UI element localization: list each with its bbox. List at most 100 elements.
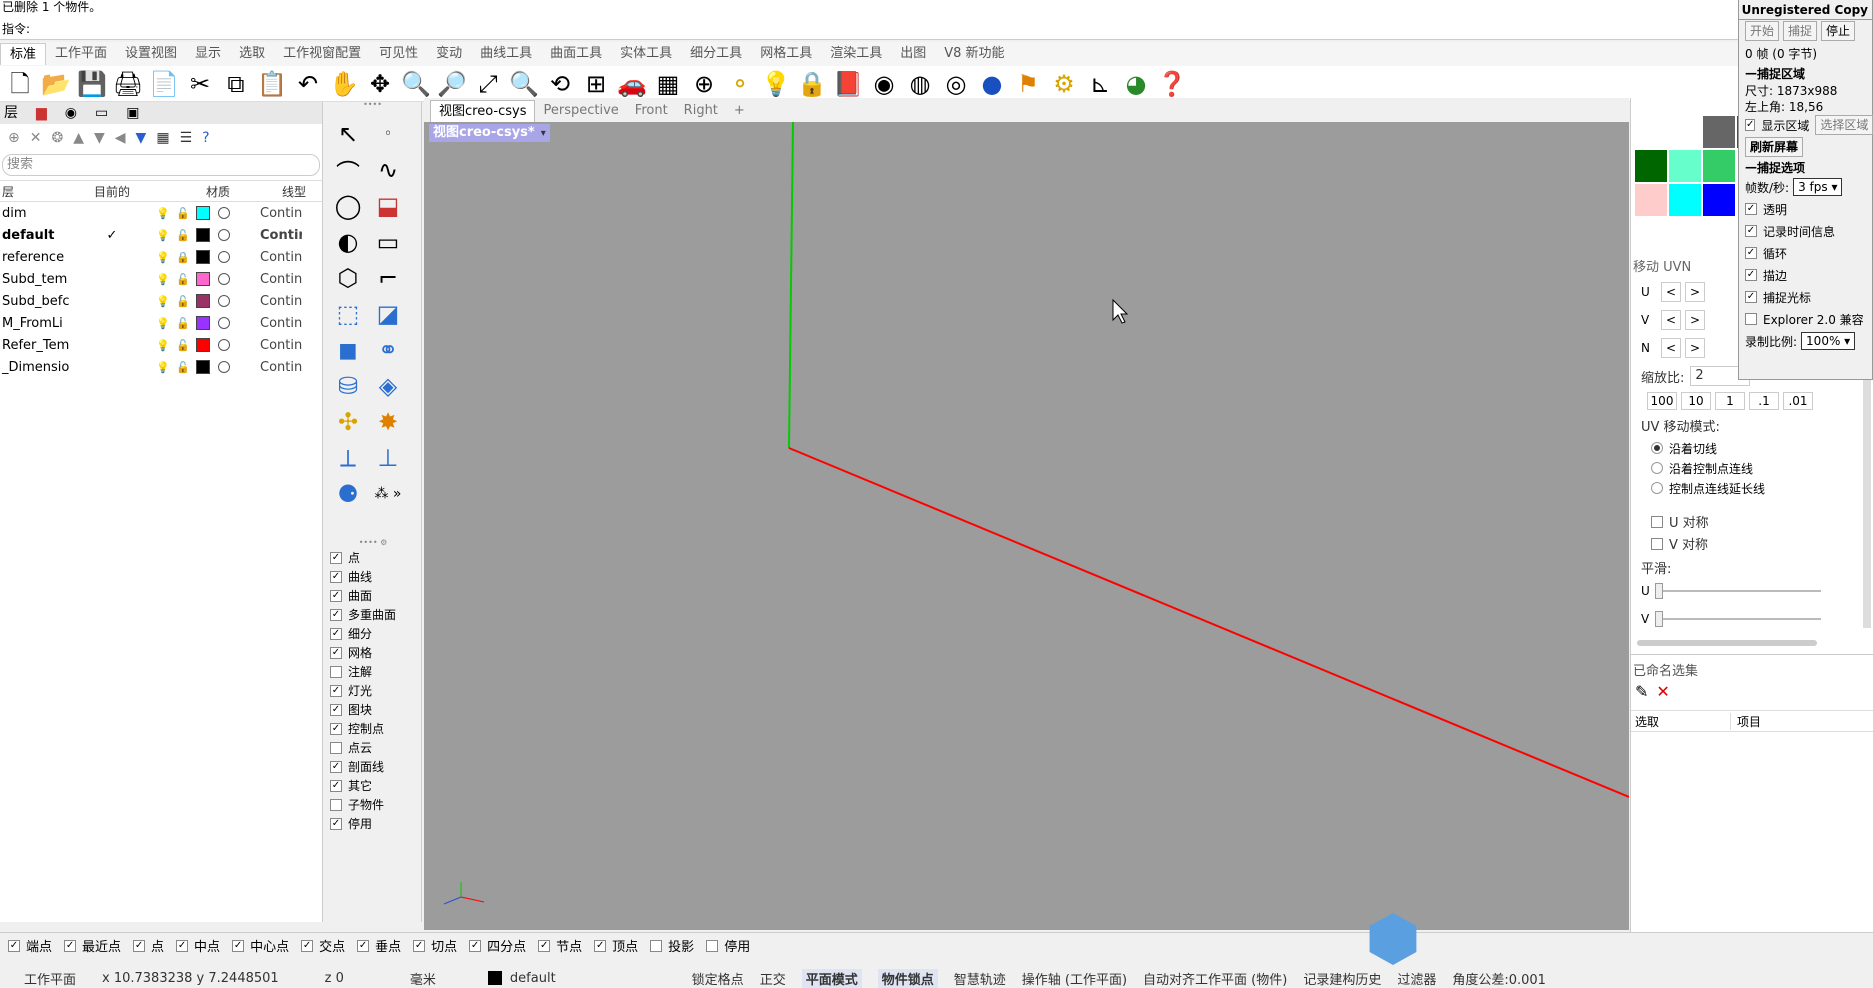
status-units[interactable]: 毫米 — [410, 969, 436, 988]
delete-layer-icon[interactable]: ✕ — [30, 130, 42, 146]
layer-name[interactable]: Subd_befc — [0, 294, 80, 309]
viewport-tab[interactable]: Perspective — [535, 100, 626, 122]
more-tools-icon[interactable]: ⁂ » — [370, 476, 406, 512]
transform-icon[interactable]: ⟂ — [330, 440, 366, 476]
scale-step-button[interactable]: .1 — [1749, 392, 1779, 410]
layer-row[interactable]: M_FromLi 💡🔓 Continuous — [0, 312, 322, 334]
col-layer[interactable]: 层 — [0, 183, 80, 200]
unlock-icon[interactable]: 🔓 — [174, 207, 192, 220]
viewport-title[interactable]: 视图creo-csys* ▾ — [429, 124, 550, 142]
command-prompt[interactable]: 指令: — [0, 18, 1740, 40]
filter-item[interactable]: ✓ 剖面线 — [324, 757, 422, 776]
menu-tab[interactable]: 工作平面 — [46, 43, 116, 65]
layer-row[interactable]: Subd_befc 💡🔓 Continuous — [0, 290, 322, 312]
light-bulb-icon[interactable]: 💡 — [760, 68, 792, 100]
unlock-icon[interactable]: 🔓 — [174, 361, 192, 374]
paste-icon[interactable]: 📋 — [256, 68, 288, 100]
print-icon[interactable]: 🖨 — [112, 68, 144, 100]
capture-cursor-checkbox[interactable]: ✓ — [1745, 291, 1757, 303]
col-items[interactable]: 项目 — [1731, 713, 1761, 730]
osnap-item[interactable]: ✓ 点 — [133, 936, 164, 955]
color-swatch-cyan[interactable] — [1669, 184, 1701, 216]
smooth-v-slider[interactable]: V — [1641, 610, 1821, 628]
viewport-tab[interactable]: Front — [627, 100, 676, 122]
filter-item[interactable]: ✓ 多重曲面 — [324, 605, 422, 624]
osnap-checkbox[interactable]: ✓ — [232, 939, 245, 952]
menu-tab[interactable]: 曲线工具 — [471, 43, 541, 65]
menu-tab[interactable]: 变动 — [427, 43, 471, 65]
rotate-view-icon[interactable]: ✥ — [364, 68, 396, 100]
status-cplane[interactable]: 工作平面 — [24, 969, 76, 988]
osnap-checkbox[interactable] — [650, 939, 663, 952]
layer-current-mark[interactable]: ✓ — [80, 228, 144, 243]
circle-icon[interactable]: ◯ — [330, 188, 366, 224]
properties-icon[interactable]: ▣ — [126, 104, 139, 122]
filter-checkbox[interactable]: ✓ — [330, 779, 342, 792]
osnap-checkbox[interactable]: ✓ — [64, 939, 77, 952]
n-right-button[interactable]: > — [1685, 338, 1705, 358]
surface-icon[interactable]: ⬚ — [330, 296, 366, 332]
filter-checkbox[interactable]: ✓ — [330, 570, 342, 583]
osnap-item[interactable]: ✓ 切点 — [413, 936, 457, 955]
menu-tab[interactable]: 出图 — [891, 43, 935, 65]
save-icon[interactable]: 💾 — [76, 68, 108, 100]
osnap-checkbox[interactable] — [706, 939, 719, 952]
add-viewport-tab-icon[interactable]: + — [726, 100, 753, 122]
radio-icon[interactable] — [1651, 482, 1663, 494]
dimension-tool-icon[interactable]: ⊥ — [370, 440, 406, 476]
scale-step-button[interactable]: .01 — [1783, 392, 1813, 410]
layer-row[interactable]: _Dimensio 💡🔓 Continuous — [0, 356, 322, 378]
filter-item[interactable]: ✓ 灯光 — [324, 681, 422, 700]
snap-point-icon[interactable]: ⚬ — [724, 68, 756, 100]
layer-linetype[interactable]: Continuous — [234, 294, 302, 309]
cplane-icon[interactable]: ⊕ — [688, 68, 720, 100]
color-swatch-blue[interactable] — [1703, 184, 1735, 216]
layers-tab-label[interactable]: 层 — [4, 104, 18, 122]
light-bulb-icon[interactable]: 💡 — [152, 295, 174, 308]
status-toggle[interactable]: 锁定格点 — [692, 969, 744, 988]
material-circle-icon[interactable] — [218, 295, 230, 307]
layer-color-swatch[interactable] — [196, 338, 210, 352]
osnap-checkbox[interactable]: ✓ — [176, 939, 189, 952]
move-down-icon[interactable]: ▼ — [94, 130, 105, 146]
status-toggle[interactable]: 过滤器 — [1397, 969, 1436, 988]
cut-icon[interactable]: ✂ — [184, 68, 216, 100]
grip-handle[interactable]: •••• ⚙ — [324, 538, 422, 548]
delete-selection-icon[interactable]: ✕ — [1656, 682, 1669, 701]
scale-step-button[interactable]: 10 — [1681, 392, 1711, 410]
layer-row[interactable]: dim 💡🔓 Continuous — [0, 202, 322, 224]
explorer-checkbox[interactable] — [1745, 313, 1757, 325]
explode-icon[interactable]: ✸ — [370, 404, 406, 440]
layer-name[interactable]: _Dimensio — [0, 360, 80, 375]
import-icon[interactable]: 📄 — [148, 68, 180, 100]
light-bulb-icon[interactable]: 💡 — [152, 229, 174, 242]
osnap-checkbox[interactable]: ✓ — [357, 939, 370, 952]
layer-color-swatch[interactable] — [196, 360, 210, 374]
eraser-icon[interactable]: ⬓ — [370, 188, 406, 224]
filter-checkbox[interactable] — [330, 741, 342, 754]
menu-tab[interactable]: 曲面工具 — [541, 43, 611, 65]
zoom-selected-icon[interactable]: 🔍 — [508, 68, 540, 100]
uv-mode-option[interactable]: 沿着控制点连线 — [1651, 458, 1765, 478]
filter-item[interactable]: ✓ 控制点 — [324, 719, 422, 738]
layer-book-icon[interactable]: 📕 — [832, 68, 864, 100]
transparent-checkbox[interactable]: ✓ — [1745, 203, 1757, 215]
light-bulb-icon[interactable]: 💡 — [152, 207, 174, 220]
loft-icon[interactable]: ◪ — [370, 296, 406, 332]
select-region-button[interactable]: 选择区域 — [1815, 115, 1873, 135]
osnap-item[interactable]: ✓ 顶点 — [594, 936, 638, 955]
v-left-button[interactable]: < — [1661, 310, 1681, 330]
layer-name[interactable]: M_FromLi — [0, 316, 80, 331]
light-bulb-icon[interactable]: 💡 — [152, 273, 174, 286]
sublayer-icon[interactable]: ❂ — [51, 130, 63, 146]
four-viewports-icon[interactable]: ⊞ — [580, 68, 612, 100]
menu-tab[interactable]: V8 新功能 — [935, 43, 1013, 65]
filter-checkbox[interactable] — [330, 798, 342, 811]
osnap-item[interactable]: 投影 — [650, 936, 694, 955]
osnap-item[interactable]: ✓ 端点 — [8, 936, 52, 955]
light-bulb-icon[interactable]: 💡 — [152, 251, 174, 264]
select-arrow-icon[interactable]: ↖ — [330, 116, 366, 152]
material-circle-icon[interactable] — [218, 361, 230, 373]
puzzle-icon[interactable]: ✣ — [330, 404, 366, 440]
layer-linetype[interactable]: Continuous — [234, 360, 302, 375]
